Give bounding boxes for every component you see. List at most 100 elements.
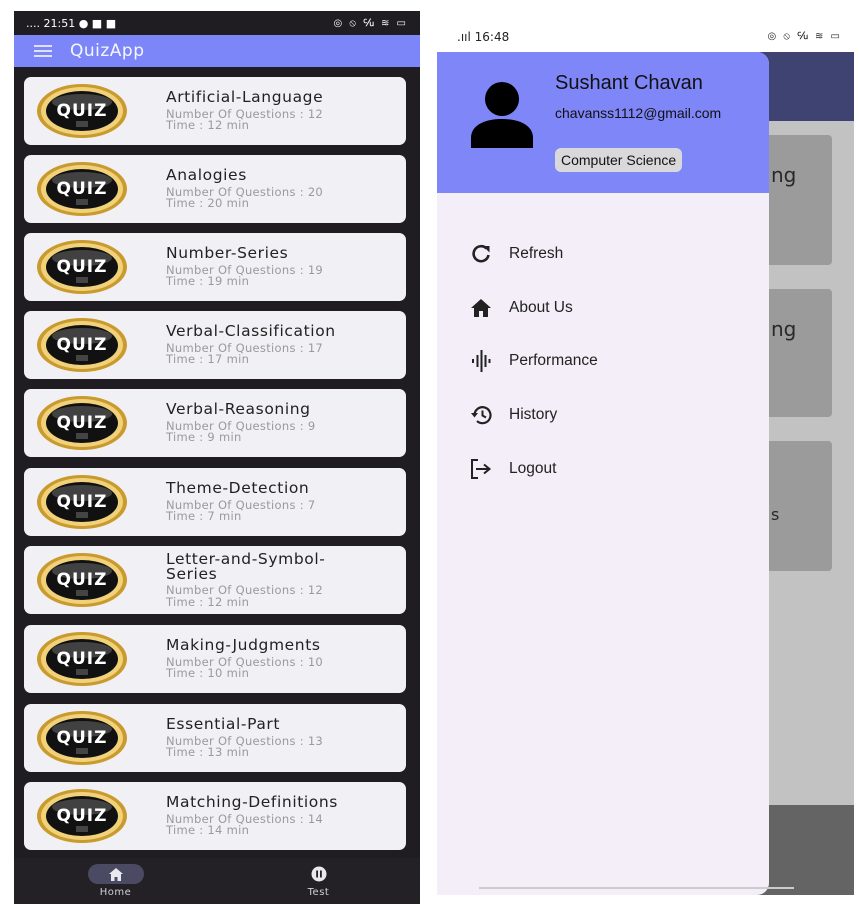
menu-item-label: Logout	[509, 460, 557, 477]
quiz-badge-icon: QUIZ	[36, 239, 128, 295]
quiz-title: Artificial-Language	[166, 88, 324, 107]
quiz-title: Number-Series	[166, 244, 289, 263]
quiz-time: Time : 14 min	[166, 823, 250, 838]
quiz-badge-icon: QUIZ	[36, 317, 128, 373]
quiz-title: Verbal-Classification	[166, 322, 336, 341]
quiz-card[interactable]: QUIZ Essential-Part Number Of Questions : …	[24, 704, 406, 772]
app-title: QuizApp	[70, 41, 145, 61]
quiz-badge-text: QUIZ	[56, 257, 108, 277]
quiz-card-text: Essential-Part Number Of Questions : 13 Ti…	[166, 717, 323, 759]
logout-icon	[471, 459, 492, 479]
status-time: .... 21:51 ● ■ ■	[26, 16, 117, 30]
menu-item-label: History	[509, 406, 558, 423]
quiz-card[interactable]: QUIZ Number-Series Number Of Questions : 1…	[24, 233, 406, 301]
quiz-card-text: Verbal-Classification Number Of Questions…	[166, 324, 336, 366]
gesture-bar	[479, 887, 794, 889]
quiz-card[interactable]: QUIZ Matching-Definitions Number Of Questi…	[24, 782, 406, 850]
quiz-badge-text: QUIZ	[56, 492, 108, 512]
home-icon	[471, 299, 491, 317]
quiz-title: Matching-Definitions	[166, 793, 338, 812]
quiz-title: Verbal-Reasoning	[166, 400, 311, 419]
quiz-badge-text: QUIZ	[56, 101, 108, 121]
history-icon	[471, 406, 492, 425]
quiz-badge-text: QUIZ	[56, 570, 108, 590]
status-icons: ◎ ⦸ ℆ ≋ ▭	[767, 31, 842, 42]
nav-home[interactable]: Home	[14, 858, 217, 904]
quiz-badge-text: QUIZ	[56, 649, 108, 669]
quiz-title: Making-Judgments	[166, 636, 321, 655]
quiz-card[interactable]: QUIZ Theme-Detection Number Of Questions :…	[24, 468, 406, 536]
quiz-card[interactable]: QUIZ Analogies Number Of Questions : 20 Tim…	[24, 155, 406, 223]
menu-item-label: Performance	[509, 352, 598, 369]
quiz-card-text: Theme-Detection Number Of Questions : 7 Ti…	[166, 481, 315, 523]
quiz-card-text: Making-Judgments Number Of Questions : 10…	[166, 638, 323, 680]
menu-item-refresh[interactable]: Refresh	[469, 242, 563, 266]
user-email: chavanss1112@gmail.com	[555, 105, 722, 121]
quiz-time: Time : 12 min	[166, 594, 250, 609]
waveform-icon	[472, 350, 491, 372]
quiz-card[interactable]: QUIZ Verbal-Reasoning Number Of Questions …	[24, 389, 406, 457]
menu-item-performance[interactable]: Performance	[469, 349, 598, 373]
user-avatar-icon	[471, 82, 533, 148]
quiz-card-text: Number-Series Number Of Questions : 19 Tim…	[166, 246, 323, 288]
quiz-time: Time : 13 min	[166, 745, 250, 760]
menu-item-label: Refresh	[509, 245, 564, 262]
quiz-card[interactable]: QUIZ Making-Judgments Number Of Questions …	[24, 625, 406, 693]
quiz-card[interactable]: QUIZ Artificial-Language Number Of Questio…	[24, 77, 406, 145]
menu-item-history[interactable]: History	[469, 403, 557, 427]
drawer-screen: .ııl 16:48 ◎ ⦸ ℆ ≋ ▭ ng ng s Sushant Cha…	[437, 21, 854, 895]
quiz-list-screen: .... 21:51 ● ■ ■ ◎ ⦸ ℆ ≋ ▭ QuizApp QUIZ A…	[14, 11, 420, 904]
hamburger-menu-icon[interactable]	[34, 42, 52, 60]
menu-item-logout[interactable]: Logout	[469, 457, 556, 481]
app-bar: QuizApp	[14, 35, 420, 67]
status-time: .ııl 16:48	[457, 29, 510, 44]
quiz-title: Theme-Detection	[166, 479, 310, 498]
quiz-badge-text: QUIZ	[56, 806, 108, 826]
quiz-badge-icon: QUIZ	[36, 631, 128, 687]
quiz-card-text: Verbal-Reasoning Number Of Questions : 9T…	[166, 402, 315, 444]
home-icon	[108, 867, 123, 881]
quiz-time: Time : 7 min	[166, 509, 242, 524]
drawer-header: Sushant Chavan chavanss1112@gmail.com Co…	[437, 52, 769, 193]
quiz-card[interactable]: QUIZ Verbal-Classification Number Of Quest…	[24, 311, 406, 379]
test-icon	[311, 866, 326, 882]
quiz-card-text: Letter-and-Symbol-Series Number Of Questi…	[166, 550, 376, 609]
quiz-badge-icon: QUIZ	[36, 161, 128, 217]
status-bar: .... 21:51 ● ■ ■ ◎ ⦸ ℆ ≋ ▭	[14, 11, 420, 35]
quiz-time: Time : 10 min	[166, 666, 250, 681]
quiz-time: Time : 9 min	[166, 430, 242, 445]
nav-test-label: Test	[307, 887, 330, 898]
bottom-navigation: Home Test	[14, 858, 420, 904]
status-bar: .ııl 16:48 ◎ ⦸ ℆ ≋ ▭	[437, 21, 854, 52]
user-name: Sushant Chavan	[555, 72, 703, 94]
quiz-badge-icon: QUIZ	[36, 395, 128, 451]
quiz-badge-icon: QUIZ	[36, 552, 128, 608]
navigation-drawer: Sushant Chavan chavanss1112@gmail.com Co…	[437, 52, 769, 895]
department-chip: Computer Science	[555, 148, 683, 172]
quiz-card-text: Matching-Definitions Number Of Questions …	[166, 795, 338, 837]
quiz-time: Time : 12 min	[166, 118, 250, 133]
quiz-time: Time : 20 min	[166, 196, 250, 211]
quiz-badge-text: QUIZ	[56, 179, 108, 199]
quiz-badge-icon: QUIZ	[36, 83, 128, 139]
quiz-time: Time : 17 min	[166, 352, 250, 367]
quiz-card-text: Analogies Number Of Questions : 20 Time : …	[166, 168, 323, 210]
nav-test[interactable]: Test	[217, 858, 420, 904]
quiz-badge-text: QUIZ	[56, 413, 108, 433]
quiz-badge-text: QUIZ	[56, 335, 108, 355]
quiz-title: Analogies	[166, 166, 247, 185]
quiz-title: Letter-and-Symbol-Series	[166, 550, 326, 583]
quiz-badge-icon: QUIZ	[36, 710, 128, 766]
quiz-title: Essential-Part	[166, 715, 281, 734]
menu-item-about-us[interactable]: About Us	[469, 296, 573, 320]
quiz-badge-icon: QUIZ	[36, 474, 128, 530]
quiz-badge-icon: QUIZ	[36, 788, 128, 844]
quiz-badge-text: QUIZ	[56, 728, 108, 748]
quiz-time: Time : 19 min	[166, 274, 250, 289]
quiz-card-text: Artificial-Language Number Of Questions :…	[166, 90, 323, 132]
menu-item-label: About Us	[509, 299, 573, 316]
status-icons: ◎ ⦸ ℆ ≋ ▭	[333, 17, 408, 29]
quiz-card[interactable]: QUIZ Letter-and-Symbol-Series Number Of Qu…	[24, 546, 406, 614]
refresh-icon	[472, 244, 490, 263]
nav-home-label: Home	[99, 887, 132, 898]
